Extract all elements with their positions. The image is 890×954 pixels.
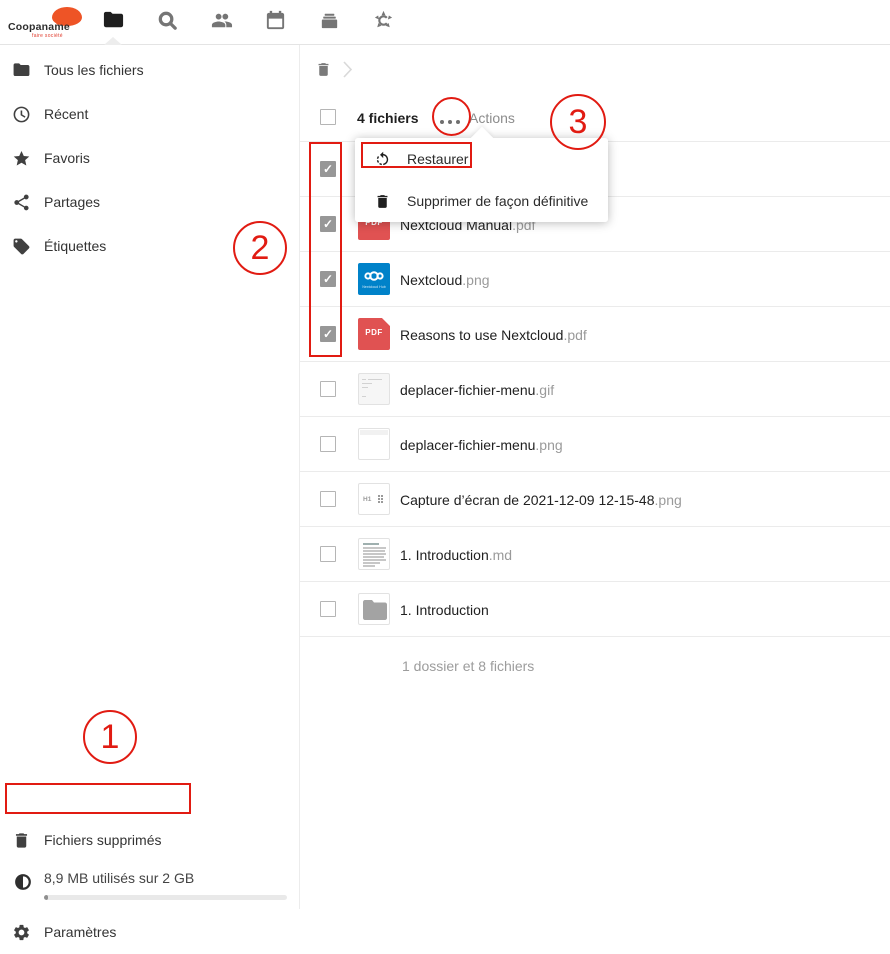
annotation-circle-ellipsis [432,97,471,136]
menu-item-label: Supprimer de façon définitive [407,193,588,209]
menu-item-delete-permanently[interactable]: Supprimer de façon définitive [355,180,608,222]
text-document-thumbnail [358,538,390,570]
star-c-icon [372,9,395,37]
sidebar-item-label: Paramètres [44,924,116,940]
trash-icon [374,193,391,210]
annotation-number: 2 [251,231,270,265]
app-navigation [86,0,410,45]
calendar-icon [264,9,287,37]
gear-icon [12,923,31,942]
sidebar-item-label: Fichiers supprimés [44,832,161,848]
sidebar-item-shares[interactable]: Partages [0,180,299,224]
table-row[interactable]: ✓ Nextcloud Hub Nextcloud.png [300,252,890,307]
files-sidebar: Tous les fichiers Récent Favoris Partage… [0,45,300,909]
file-extension: .gif [535,382,554,398]
sidebar-item-label: Étiquettes [44,238,106,254]
table-row[interactable]: H1 Capture d’écran de 2021-12-09 12-15-4… [300,472,890,527]
file-extension: .md [489,547,512,563]
row-checkbox[interactable] [320,601,336,617]
app-contacts-button[interactable] [194,0,248,45]
folder-icon [12,61,31,80]
file-name: Capture d’écran de 2021-12-09 12-15-48 [400,492,655,508]
sidebar-item-deleted-files[interactable]: Fichiers supprimés [0,818,299,862]
annotation-circle-3: 3 [550,94,606,150]
app-activity-button[interactable] [356,0,410,45]
nextcloud-logo-thumbnail: Nextcloud Hub [358,263,390,295]
image-thumbnail [358,428,390,460]
file-extension: .png [655,492,682,508]
trash-icon [12,831,31,850]
select-all-checkbox[interactable] [320,109,336,125]
sidebar-item-label: Partages [44,194,100,210]
breadcrumb-trash-icon[interactable] [315,60,332,79]
annotation-rect-deleted-files [5,783,191,814]
tag-icon [12,237,31,256]
table-row[interactable]: deplacer-fichier-menu.png [300,417,890,472]
logo-tagline: faire société [32,33,63,39]
sidebar-item-settings[interactable]: Paramètres [0,910,299,954]
storage-quota-bar [44,895,287,900]
file-name: 1. Introduction [400,547,489,563]
table-row[interactable]: 1. Introduction.md [300,527,890,582]
pdf-file-icon: PDF [358,318,390,350]
annotation-circle-1: 1 [83,710,137,764]
row-checkbox[interactable] [320,491,336,507]
chevron-right-icon [341,60,354,84]
star-icon [12,149,31,168]
file-name: 1. Introduction [400,602,489,618]
table-row[interactable]: deplacer-fichier-menu.gif [300,362,890,417]
file-name: deplacer-fichier-menu [400,382,535,398]
annotation-number: 1 [101,720,120,754]
sidebar-item-label: Récent [44,106,88,122]
file-extension: .pdf [563,327,586,343]
image-thumbnail [358,373,390,405]
screenshot-thumbnail: H1 [358,483,390,515]
coopaname-logo[interactable]: Coopaname faire société [8,4,88,42]
folder-icon [358,593,390,625]
magnifier-icon [156,9,179,37]
app-files-button[interactable] [86,0,140,45]
annotation-rect-restore [361,142,472,168]
clock-icon [12,105,31,124]
sidebar-item-label: Favoris [44,150,90,166]
storage-quota-text: 8,9 MB utilisés sur 2 GB [44,870,194,886]
svg-text:Nextcloud Hub: Nextcloud Hub [362,285,386,289]
app-deck-button[interactable] [302,0,356,45]
share-icon [12,193,31,212]
annotation-number: 3 [569,105,588,139]
row-checkbox[interactable] [320,546,336,562]
row-checkbox[interactable] [320,381,336,397]
sidebar-item-recent[interactable]: Récent [0,92,299,136]
app-search-button[interactable] [140,0,194,45]
table-row[interactable]: ✓ PDF Reasons to use Nextcloud.pdf [300,307,890,362]
storage-quota-fill [44,895,48,900]
sidebar-item-label: Tous les fichiers [44,62,144,78]
storage-quota-icon [14,873,32,891]
users-icon [210,9,233,37]
sidebar-item-all-files[interactable]: Tous les fichiers [0,48,299,92]
folder-icon [102,9,125,37]
file-extension: .png [462,272,489,288]
file-name: Reasons to use Nextcloud [400,327,563,343]
table-row[interactable]: 1. Introduction [300,582,890,637]
file-count-summary: 1 dossier et 8 fichiers [402,658,534,674]
deck-icon [318,9,341,37]
file-extension: .png [535,437,562,453]
file-name: Nextcloud [400,272,462,288]
actions-menu-label[interactable]: Actions [469,110,515,126]
file-name: deplacer-fichier-menu [400,437,535,453]
top-bar: Coopaname faire société [0,0,890,45]
selected-count-label: 4 fichiers [357,110,418,126]
annotation-rect-checkboxes [309,142,342,357]
app-calendar-button[interactable] [248,0,302,45]
row-checkbox[interactable] [320,436,336,452]
logo-text: Coopaname [8,21,70,33]
annotation-circle-2: 2 [233,221,287,275]
sidebar-item-favorites[interactable]: Favoris [0,136,299,180]
